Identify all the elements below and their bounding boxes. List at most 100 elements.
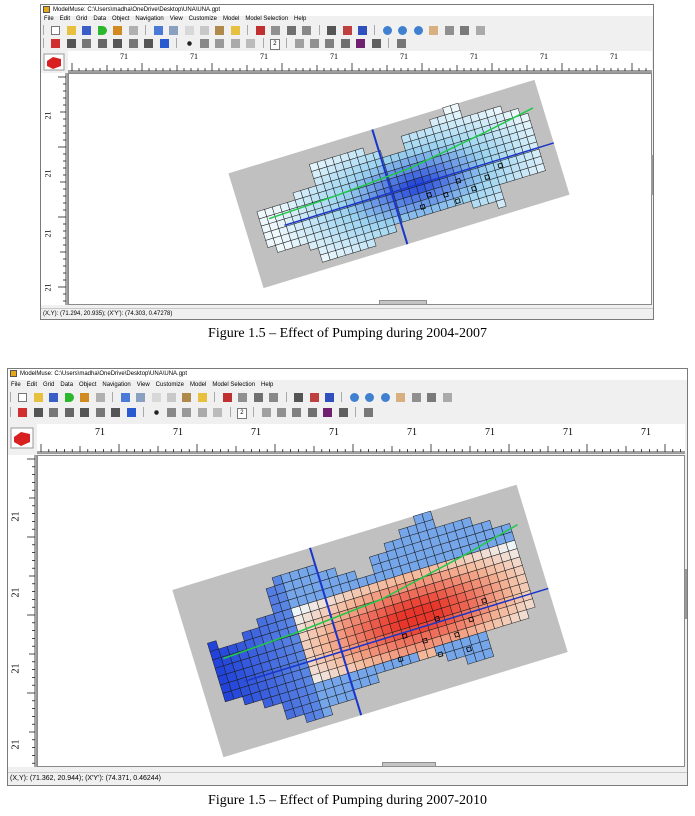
new-file-icon[interactable] (51, 26, 61, 35)
edit-vertex-icon[interactable] (213, 408, 223, 417)
polygon-object-icon[interactable] (215, 39, 225, 48)
color-grid-icon[interactable] (356, 39, 366, 48)
export-icon[interactable] (80, 393, 90, 402)
cut-icon[interactable] (184, 26, 194, 35)
menu-navigation[interactable]: Navigation (135, 16, 163, 22)
delete-icon[interactable] (18, 408, 28, 417)
ruler-icon[interactable] (197, 393, 207, 402)
edit-icon[interactable] (95, 393, 105, 402)
move-icon[interactable] (159, 39, 169, 48)
menu-grid[interactable]: Grid (43, 382, 54, 388)
arrow-icon[interactable] (327, 26, 337, 35)
add-row-icon[interactable] (82, 39, 92, 48)
vertical-splitter[interactable] (685, 569, 687, 619)
measure-icon[interactable] (411, 393, 421, 402)
select-icon[interactable] (255, 26, 265, 35)
menu-help[interactable]: Help (294, 16, 306, 22)
point-icon[interactable] (271, 26, 281, 35)
top-view-icon[interactable] (340, 39, 350, 48)
layer-select[interactable]: 2 (237, 408, 247, 419)
add-row-icon[interactable] (49, 408, 59, 417)
polygon-icon[interactable] (302, 26, 312, 35)
spacing-icon[interactable] (97, 39, 107, 48)
edit-icon[interactable] (128, 26, 138, 35)
refine-icon[interactable] (111, 408, 121, 417)
menu-file[interactable]: File (44, 16, 54, 22)
menu-data[interactable]: Data (93, 16, 106, 22)
grid-lines-icon[interactable] (80, 408, 90, 417)
chart-icon[interactable] (324, 393, 334, 402)
horizontal-scroll-thumb[interactable] (379, 300, 427, 305)
side-view-icon[interactable] (325, 39, 335, 48)
top-view-icon[interactable] (307, 408, 317, 417)
paste-icon[interactable] (182, 393, 192, 402)
grid-lines-icon[interactable] (113, 39, 123, 48)
save-icon[interactable] (49, 393, 59, 402)
menu-view[interactable]: View (170, 16, 183, 22)
menu-customize[interactable]: Customize (156, 382, 184, 388)
polygon-icon[interactable] (269, 393, 279, 402)
rectangle-icon[interactable] (197, 408, 207, 417)
select-icon[interactable] (222, 393, 232, 402)
line-icon[interactable] (286, 26, 296, 35)
3d-view-icon[interactable] (261, 408, 271, 417)
table-icon[interactable] (136, 393, 146, 402)
export-icon[interactable] (113, 26, 123, 35)
ruler-icon[interactable] (230, 26, 240, 35)
menu-edit[interactable]: Edit (60, 16, 70, 22)
line-icon[interactable] (253, 393, 263, 402)
move-icon[interactable] (126, 408, 136, 417)
menu-data[interactable]: Data (60, 382, 73, 388)
point-object-icon[interactable] (153, 410, 159, 415)
export-image-icon[interactable] (396, 39, 406, 48)
menu-view[interactable]: View (137, 382, 150, 388)
edit-vertex-icon[interactable] (246, 39, 256, 48)
side-view-icon[interactable] (292, 408, 302, 417)
grid-icon[interactable] (153, 26, 163, 35)
paste-icon[interactable] (215, 26, 225, 35)
3d-box-icon[interactable] (43, 53, 65, 71)
add-column-icon[interactable] (66, 39, 76, 48)
open-folder-icon[interactable] (66, 26, 76, 35)
menu-model-selection[interactable]: Model Selection (245, 16, 288, 22)
zoom-out-icon[interactable] (398, 26, 408, 35)
layer-select[interactable]: 2 (270, 39, 280, 50)
color-grid-icon[interactable] (323, 408, 333, 417)
menu-grid[interactable]: Grid (76, 16, 87, 22)
menu-object[interactable]: Object (79, 382, 96, 388)
save-icon[interactable] (82, 26, 92, 35)
menu-model[interactable]: Model (223, 16, 239, 22)
contour-icon[interactable] (371, 39, 381, 48)
open-folder-icon[interactable] (33, 393, 43, 402)
run-icon[interactable] (97, 26, 107, 35)
3d-box-icon[interactable] (10, 427, 34, 449)
model-grid-view[interactable] (38, 456, 686, 768)
add-column-icon[interactable] (33, 408, 43, 417)
zoom-extent-icon[interactable] (413, 26, 423, 35)
cut-icon[interactable] (151, 393, 161, 402)
delete-icon[interactable] (51, 39, 61, 48)
measure-icon[interactable] (444, 26, 454, 35)
zoom-in-icon[interactable] (382, 26, 392, 35)
import-icon[interactable] (342, 26, 352, 35)
tool-icon[interactable] (475, 26, 485, 35)
rotate-icon[interactable] (95, 408, 105, 417)
polyline-icon[interactable] (199, 39, 209, 48)
import-icon[interactable] (309, 393, 319, 402)
rectangle-icon[interactable] (230, 39, 240, 48)
front-view-icon[interactable] (309, 39, 319, 48)
copy-icon[interactable] (199, 26, 209, 35)
pan-icon[interactable] (396, 393, 406, 402)
horizontal-scroll-thumb[interactable] (382, 762, 436, 767)
grid-icon[interactable] (120, 393, 130, 402)
pan-icon[interactable] (429, 26, 439, 35)
menu-help[interactable]: Help (261, 382, 273, 388)
point-icon[interactable] (238, 393, 248, 402)
model-canvas[interactable] (68, 73, 652, 305)
model-grid-view[interactable] (69, 74, 653, 306)
menu-model[interactable]: Model (190, 382, 206, 388)
menu-navigation[interactable]: Navigation (102, 382, 130, 388)
tool-icon[interactable] (442, 393, 452, 402)
rotate-icon[interactable] (128, 39, 138, 48)
contour-icon[interactable] (338, 408, 348, 417)
